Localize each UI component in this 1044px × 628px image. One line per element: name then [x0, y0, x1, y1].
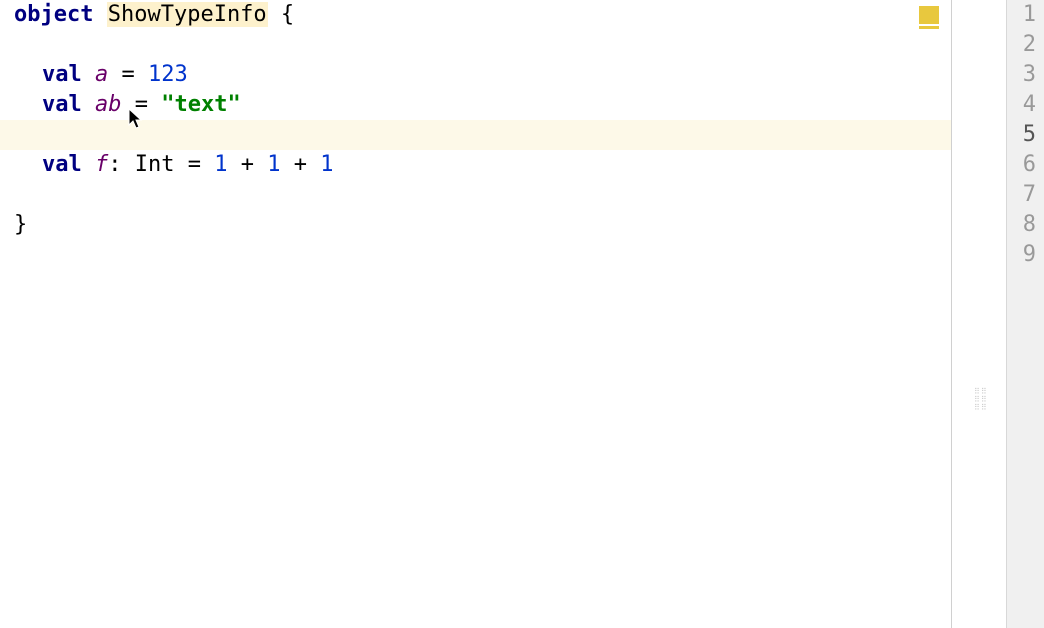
plus-op: +: [228, 152, 268, 177]
line-number-current[interactable]: 5: [1007, 120, 1036, 150]
number-literal: 123: [148, 62, 188, 87]
line-number[interactable]: 9: [1007, 240, 1036, 270]
line-number[interactable]: 3: [1007, 60, 1036, 90]
number-literal: 1: [214, 152, 227, 177]
keyword-val: val: [42, 152, 82, 177]
warning-underline: [919, 26, 939, 29]
code-area[interactable]: object ShowTypeInfo { val a = 123 val ab…: [0, 0, 952, 628]
line-number[interactable]: 6: [1007, 150, 1036, 180]
line-number[interactable]: 8: [1007, 210, 1036, 240]
code-line-current[interactable]: [0, 120, 951, 150]
class-name: ShowTypeInfo: [107, 2, 268, 27]
line-number[interactable]: 7: [1007, 180, 1036, 210]
keyword-val: val: [42, 92, 82, 117]
equals-op: =: [122, 92, 162, 117]
close-brace: }: [14, 212, 27, 237]
keyword-object: object: [14, 2, 93, 27]
code-line-empty[interactable]: [0, 180, 951, 210]
minimap[interactable]: ⠿⠿ ⠿⠿ ⠿⠿: [952, 0, 1006, 628]
plus-op: +: [281, 152, 321, 177]
type-int: Int: [135, 152, 175, 177]
identifier-f: f: [82, 152, 109, 177]
identifier-ab: ab: [82, 92, 122, 117]
open-brace: {: [268, 2, 295, 27]
equals-op: =: [175, 152, 215, 177]
line-number[interactable]: 4: [1007, 90, 1036, 120]
line-number[interactable]: 1: [1007, 0, 1036, 30]
colon: :: [108, 152, 135, 177]
code-line[interactable]: object ShowTypeInfo {: [0, 0, 951, 30]
minimap-content-icon: ⠿⠿ ⠿⠿ ⠿⠿: [974, 388, 1006, 412]
code-line-empty[interactable]: [0, 30, 951, 60]
keyword-val: val: [42, 62, 82, 87]
identifier-a: a: [82, 62, 109, 87]
warning-marker-icon[interactable]: [919, 6, 939, 24]
number-literal: 1: [267, 152, 280, 177]
code-line[interactable]: val a = 123: [0, 60, 951, 90]
line-number[interactable]: 2: [1007, 30, 1036, 60]
code-line[interactable]: val ab = "text": [0, 90, 951, 120]
equals-op: =: [108, 62, 148, 87]
number-literal: 1: [320, 152, 333, 177]
string-literal: "text": [161, 92, 240, 117]
editor-container: object ShowTypeInfo { val a = 123 val ab…: [0, 0, 1044, 628]
line-number-gutter: 1 2 3 4 5 6 7 8 9: [1006, 0, 1044, 628]
code-line[interactable]: val f: Int = 1 + 1 + 1: [0, 150, 951, 180]
code-line[interactable]: }: [0, 210, 951, 240]
